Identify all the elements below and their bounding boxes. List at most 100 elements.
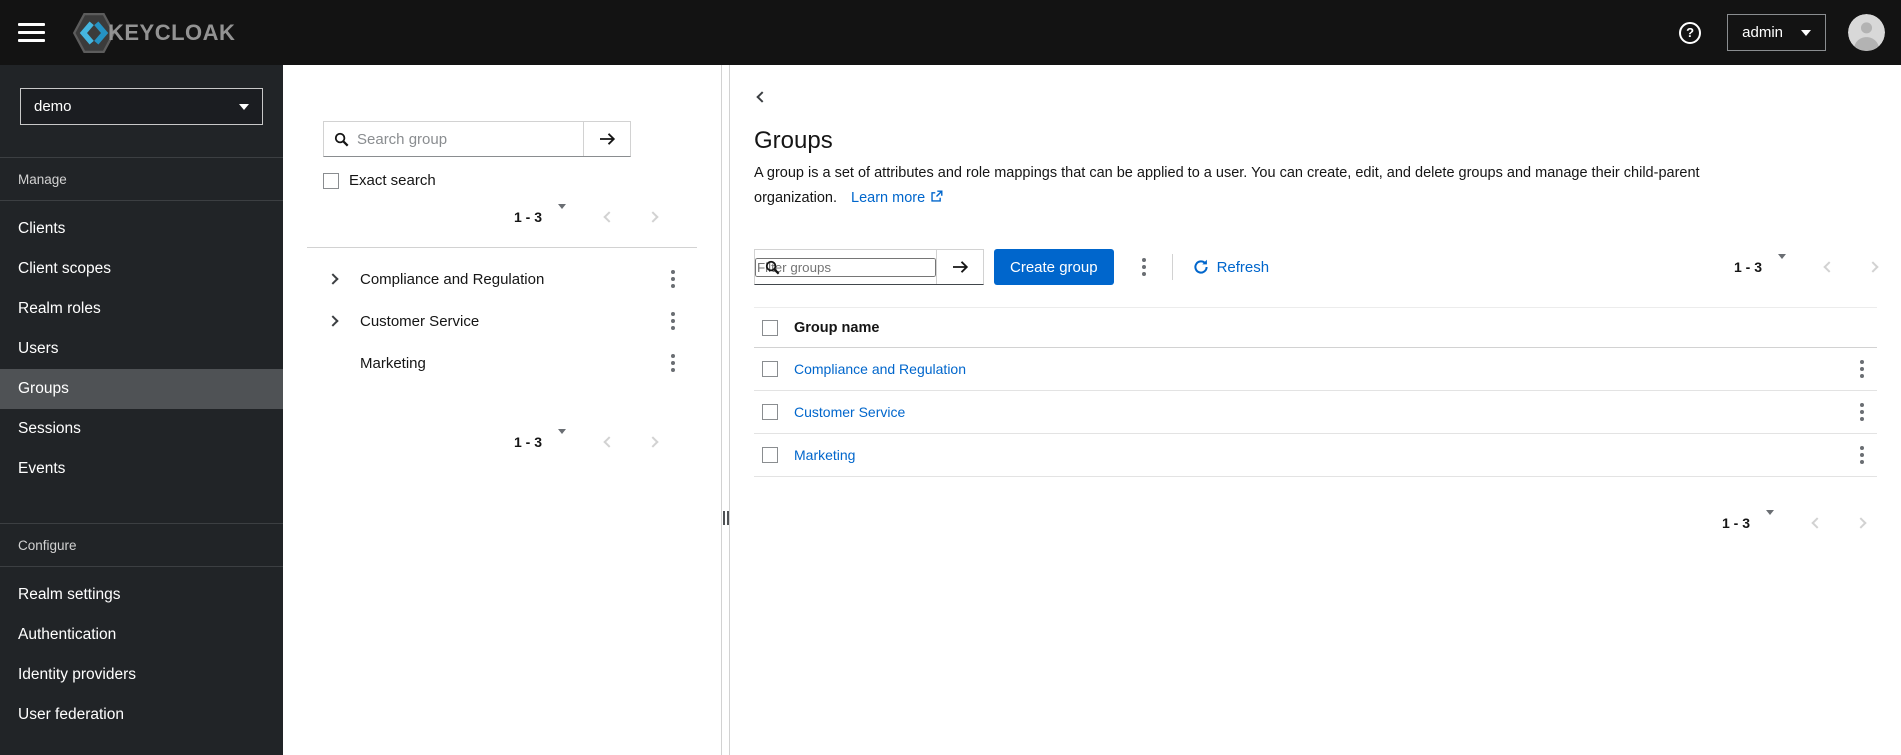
- configure-nav: Realm settings Authentication Identity p…: [0, 575, 283, 735]
- select-all-checkbox[interactable]: [762, 319, 778, 336]
- groups-toolbar: Create group Refresh 1 - 3: [754, 249, 1879, 285]
- pagination-next-button[interactable]: [647, 211, 659, 223]
- filter-groups-input[interactable]: [755, 257, 936, 277]
- group-link[interactable]: Marketing: [794, 447, 855, 463]
- tree-item-label[interactable]: Customer Service: [360, 313, 479, 330]
- keycloak-logo[interactable]: KEYCLOAK: [71, 10, 235, 56]
- user-menu-dropdown[interactable]: admin: [1727, 14, 1826, 51]
- avatar[interactable]: [1848, 14, 1885, 51]
- help-glyph: ?: [1686, 25, 1695, 40]
- refresh-button[interactable]: Refresh: [1193, 259, 1269, 276]
- caret-down-icon: [558, 204, 566, 225]
- sidebar-item-realm-settings[interactable]: Realm settings: [0, 575, 283, 615]
- learn-more-link[interactable]: Learn more: [851, 190, 943, 206]
- toolbar-kebab-menu-icon[interactable]: [1136, 253, 1152, 281]
- table-row: Marketing: [754, 434, 1877, 477]
- tree-item-label[interactable]: Marketing: [360, 355, 426, 372]
- sidebar-item-clients[interactable]: Clients: [0, 209, 283, 249]
- chevron-left-icon: [756, 91, 768, 103]
- caret-down-icon: [1766, 510, 1774, 531]
- tree-pagination-bottom: 1 - 3: [283, 424, 721, 460]
- expand-toggle[interactable]: [327, 315, 347, 327]
- sidebar-item-user-federation[interactable]: User federation: [0, 695, 283, 735]
- sidebar-item-sessions[interactable]: Sessions: [0, 409, 283, 449]
- pagination-next-button[interactable]: [1867, 261, 1879, 273]
- caret-down-icon: [558, 429, 566, 450]
- sidebar-item-groups[interactable]: Groups: [0, 369, 283, 409]
- tree-pagination-top: 1 - 3: [283, 199, 721, 235]
- learn-more-label: Learn more: [851, 190, 926, 206]
- group-link[interactable]: Compliance and Regulation: [794, 361, 966, 377]
- pagination-prev-button[interactable]: [603, 211, 615, 223]
- realm-selector[interactable]: demo: [20, 88, 263, 125]
- panel-resizer[interactable]: [722, 65, 730, 755]
- sidebar-item-realm-roles[interactable]: Realm roles: [0, 289, 283, 329]
- kebab-menu-icon[interactable]: [665, 307, 681, 335]
- groups-table: Group name Compliance and Regulation Cus…: [754, 307, 1877, 477]
- filter-submit-button[interactable]: [936, 250, 983, 284]
- sidebar-item-client-scopes[interactable]: Client scopes: [0, 249, 283, 289]
- help-icon[interactable]: ?: [1679, 21, 1702, 44]
- collapse-panel-button[interactable]: [750, 85, 774, 109]
- sidebar-item-events[interactable]: Events: [0, 449, 283, 489]
- pagination-menu-toggle[interactable]: [1775, 254, 1789, 278]
- brand-name: KEYCLOAK: [108, 19, 236, 45]
- pagination-menu-toggle[interactable]: [555, 204, 569, 228]
- expand-toggle[interactable]: [327, 273, 347, 285]
- chevron-left-icon: [603, 211, 615, 223]
- pagination-next-button[interactable]: [647, 436, 659, 448]
- groups-tree-panel: Exact search 1 - 3 Compliance and Regula…: [283, 65, 722, 755]
- arrow-right-icon: [599, 133, 615, 145]
- sidebar-item-identity-providers[interactable]: Identity providers: [0, 655, 283, 695]
- page-description: A group is a set of attributes and role …: [754, 161, 1877, 211]
- search-group-input[interactable]: [324, 122, 583, 156]
- group-tree: Compliance and Regulation Customer Servi…: [283, 258, 721, 384]
- exact-search-checkbox[interactable]: [323, 172, 339, 189]
- chevron-left-icon: [1811, 517, 1823, 529]
- group-search: [323, 121, 631, 157]
- resizer-grip-icon: [722, 511, 729, 525]
- kebab-menu-icon[interactable]: [665, 349, 681, 377]
- row-checkbox[interactable]: [762, 447, 778, 463]
- search-icon: [765, 260, 780, 274]
- manage-nav: Clients Client scopes Realm roles Users …: [0, 209, 283, 489]
- refresh-icon: [1193, 259, 1208, 274]
- chevron-right-icon: [327, 315, 339, 327]
- tree-item[interactable]: Compliance and Regulation: [283, 258, 721, 300]
- pagination-range: 1 - 3: [513, 209, 542, 225]
- tree-item[interactable]: Marketing: [283, 342, 721, 384]
- kebab-menu-icon[interactable]: [1854, 398, 1870, 426]
- avatar-icon: [1848, 14, 1885, 51]
- search-submit-button[interactable]: [583, 122, 630, 156]
- kebab-menu-icon[interactable]: [1854, 441, 1870, 469]
- pagination-prev-button[interactable]: [603, 436, 615, 448]
- create-group-button[interactable]: Create group: [994, 249, 1114, 285]
- divider: [0, 566, 283, 567]
- pagination-range: 1 - 3: [1721, 515, 1750, 531]
- username: admin: [1742, 24, 1783, 41]
- pagination-menu-toggle[interactable]: [555, 429, 569, 453]
- kebab-menu-icon[interactable]: [665, 265, 681, 293]
- caret-down-icon: [239, 103, 249, 110]
- exact-search-row: Exact search: [323, 172, 721, 189]
- arrow-right-icon: [952, 261, 968, 273]
- divider: [307, 247, 697, 248]
- row-checkbox[interactable]: [762, 404, 778, 420]
- pagination-menu-toggle[interactable]: [1763, 510, 1777, 534]
- pagination-prev-button[interactable]: [1823, 261, 1835, 273]
- kebab-menu-icon[interactable]: [1854, 355, 1870, 383]
- sidebar-item-authentication[interactable]: Authentication: [0, 615, 283, 655]
- pagination-next-button[interactable]: [1855, 517, 1867, 529]
- hamburger-menu-icon[interactable]: [18, 23, 45, 42]
- pagination-range: 1 - 3: [1733, 259, 1762, 275]
- sidebar-item-users[interactable]: Users: [0, 329, 283, 369]
- tree-item[interactable]: Customer Service: [283, 300, 721, 342]
- exact-search-label: Exact search: [349, 172, 436, 189]
- pagination-prev-button[interactable]: [1811, 517, 1823, 529]
- tree-item-label[interactable]: Compliance and Regulation: [360, 271, 544, 288]
- filter-groups: [754, 249, 984, 285]
- search-icon: [334, 132, 349, 146]
- row-checkbox[interactable]: [762, 361, 778, 377]
- group-link[interactable]: Customer Service: [794, 404, 905, 420]
- table-pagination-top: 1 - 3: [1733, 249, 1879, 285]
